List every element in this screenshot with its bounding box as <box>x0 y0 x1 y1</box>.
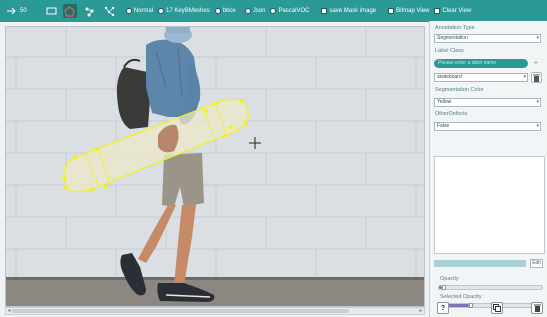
add-label-button[interactable]: + <box>531 59 541 68</box>
mesh-icon <box>103 4 117 18</box>
color-preview-bar <box>434 260 526 267</box>
radio-icon <box>214 8 221 14</box>
other-defects-value: False <box>437 123 450 129</box>
radio-label: PascalVOC <box>278 8 310 14</box>
label-class-placeholder: Please enter a label name <box>438 60 497 66</box>
radio-icon <box>125 8 132 14</box>
checkbox-icon <box>388 8 395 14</box>
check-bitmap-view[interactable]: Bitmap View <box>388 0 429 22</box>
radio-label: bbox <box>222 8 236 14</box>
segmentation-color-label: Segmentation Color <box>435 87 484 93</box>
segmentation-color-value: Yellow <box>437 99 452 105</box>
check-save-mask[interactable]: save Mask image <box>321 0 376 22</box>
mesh-tool[interactable] <box>103 0 117 22</box>
polygon-icon <box>62 4 77 18</box>
radio-label: Json <box>252 8 266 14</box>
help-button[interactable]: ? <box>437 302 449 314</box>
opacity-label: Opacity <box>440 276 459 282</box>
canvas-image <box>6 27 424 306</box>
zoom-value: 50 <box>20 8 27 14</box>
top-toolbar: 50 Normal 17 KeyBMeshes bbox Json Pascal… <box>0 0 547 22</box>
scroll-thumb[interactable] <box>12 309 349 313</box>
radio-icon <box>158 8 165 14</box>
horizontal-scrollbar[interactable]: ◂ ▸ <box>5 307 425 315</box>
label-class-value: skateboard <box>437 74 462 80</box>
other-defects-select[interactable]: False ▾ <box>434 122 541 131</box>
radio-bbox[interactable]: bbox <box>214 0 236 22</box>
trash-icon <box>533 74 540 82</box>
copy-icon <box>493 304 501 312</box>
other-defects-label: OtherDefects <box>435 111 468 117</box>
label-class-label: Label Class <box>435 48 464 54</box>
rectangle-tool[interactable] <box>45 0 59 22</box>
pavement <box>6 277 424 306</box>
annotation-canvas[interactable] <box>5 26 425 307</box>
chevron-down-icon: ▾ <box>536 123 539 129</box>
keypoint-tool[interactable] <box>83 0 97 22</box>
chevron-down-icon: ▾ <box>523 74 526 80</box>
radio-normal[interactable]: Normal <box>125 0 154 22</box>
checkbox-label: Clear View <box>442 8 472 14</box>
radio-icon <box>270 8 277 14</box>
check-clear-view[interactable]: Clear View <box>434 0 471 22</box>
chevron-down-icon: ▾ <box>536 99 539 105</box>
opacity-slider-knob[interactable] <box>442 285 446 290</box>
selected-opacity-label: Selected Opacity <box>440 294 482 300</box>
polygon-tool[interactable] <box>62 0 77 22</box>
delete-label-button[interactable] <box>531 72 542 83</box>
selected-opacity-slider-knob[interactable] <box>469 303 473 308</box>
checkbox-icon <box>434 8 441 14</box>
radio-keybmeshes[interactable]: 17 KeyBMeshes <box>158 0 210 22</box>
checkbox-icon <box>321 8 328 14</box>
zoom-control[interactable]: 50 <box>4 0 27 22</box>
segmentation-color-select[interactable]: Yellow ▾ <box>434 98 541 107</box>
radio-pascalvoc[interactable]: PascalVOC <box>270 0 309 22</box>
rectangle-icon <box>45 4 59 18</box>
edit-button[interactable]: Edit <box>530 259 543 268</box>
radio-label: 17 KeyBMeshes <box>166 8 210 14</box>
question-icon: ? <box>440 304 446 312</box>
radio-json[interactable]: Json <box>244 0 266 22</box>
checkbox-label: save Mask image <box>329 8 377 14</box>
delete-annotation-button[interactable] <box>531 302 543 314</box>
radio-icon <box>244 8 251 14</box>
copy-button[interactable] <box>491 302 503 314</box>
keypoint-icon <box>83 4 97 18</box>
label-class-input[interactable]: Please enter a label name <box>434 59 528 68</box>
label-class-select[interactable]: skateboard ▾ <box>434 73 528 82</box>
annotation-list-box[interactable] <box>434 156 545 254</box>
opacity-slider[interactable] <box>438 285 543 290</box>
chevron-down-icon: ▾ <box>536 35 539 41</box>
annotation-type-label: Annotation Type <box>435 25 475 31</box>
annotation-type-value: Segmentation <box>437 35 468 41</box>
side-panel: Annotation Type Segmentation ▾ Label Cla… <box>429 21 547 317</box>
scroll-right-arrow-icon[interactable]: ▸ <box>418 308 424 314</box>
zoom-arrow-icon <box>4 4 18 18</box>
trash-icon <box>533 304 541 312</box>
annotation-type-select[interactable]: Segmentation ▾ <box>434 34 541 43</box>
checkbox-label: Bitmap View <box>396 8 430 14</box>
radio-label: Normal <box>133 8 154 14</box>
